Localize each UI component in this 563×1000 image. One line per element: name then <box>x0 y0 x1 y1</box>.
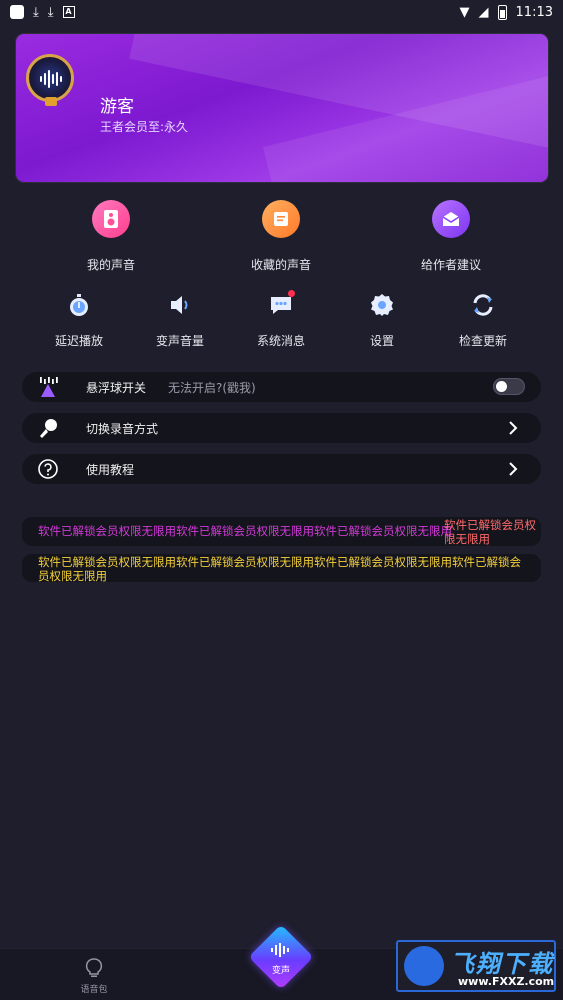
delay-playback-button[interactable]: 延迟播放 <box>34 290 124 349</box>
crown-badge-icon <box>45 97 57 106</box>
float-ball-help-link[interactable]: 无法开启?(戳我) <box>168 379 256 396</box>
tutorial-row[interactable]: 使用教程 <box>22 454 541 484</box>
watermark-logo-icon <box>404 946 444 986</box>
volume-icon <box>165 290 195 320</box>
watermark-url: www.FXXZ.com <box>458 975 555 988</box>
feedback-button[interactable]: 给作者建议 <box>391 200 511 273</box>
profile-card[interactable]: 游客 王者会员至:永久 <box>16 34 548 182</box>
font-app-icon: A <box>62 6 75 18</box>
note-icon <box>262 200 300 238</box>
battery-icon <box>497 4 507 20</box>
download-icon: ⤓ <box>47 4 54 20</box>
favorite-voices-button[interactable]: 收藏的声音 <box>221 200 341 273</box>
float-ball-label: 悬浮球开关 <box>86 380 147 395</box>
download-icon: ⤓ <box>33 4 39 20</box>
user-name: 游客 <box>100 97 134 117</box>
my-voice-label: 我的声音 <box>86 258 135 272</box>
speaker-icon <box>92 200 130 238</box>
tutorial-label: 使用教程 <box>86 462 135 477</box>
record-mode-row[interactable]: 切换录音方式 <box>22 413 541 443</box>
check-update-button[interactable]: 检查更新 <box>438 290 528 349</box>
sound-wave-icon <box>271 943 289 957</box>
notice-banner: 软件已解锁会员权限无限用软件已解锁会员权限无限用软件已解锁会员权限无限用软件已解… <box>22 554 541 583</box>
watermark: 飞翔下载 www.FXXZ.com <box>396 940 556 992</box>
marquee-tail-text: 软件已解锁会员权限无限用 <box>444 518 536 546</box>
status-bar: ⤓ ⤓ A ▼ ◢ 11:13 <box>0 0 563 24</box>
marquee-banner: 软件已解锁会员权限无限用软件已解锁会员权限无限用软件已解锁会员权限无限用 软件已… <box>22 517 541 546</box>
lightbulb-icon <box>85 958 103 977</box>
floating-ball-icon <box>37 376 59 398</box>
settings-button[interactable]: 设置 <box>337 290 427 349</box>
notice-text: 软件已解锁会员权限无限用软件已解锁会员权限无限用软件已解锁会员权限无限用软件已解… <box>38 555 521 583</box>
tool-grid: 延迟播放 变声音量 系统消息 设置 检查更新 <box>0 290 563 350</box>
favorite-voices-label: 收藏的声音 <box>250 258 311 272</box>
chevron-right-icon <box>509 421 518 435</box>
float-ball-toggle[interactable] <box>493 378 525 395</box>
float-ball-row[interactable]: 悬浮球开关 无法开启?(戳我) <box>22 372 541 402</box>
help-icon <box>37 458 59 480</box>
timer-icon <box>64 290 94 320</box>
chevron-right-icon <box>509 462 518 476</box>
my-voice-button[interactable]: 我的声音 <box>51 200 171 273</box>
vip-value: 永久 <box>164 120 189 134</box>
voice-change-label: 变声 <box>271 966 290 976</box>
feedback-label: 给作者建议 <box>420 258 481 272</box>
microphone-icon <box>37 417 59 439</box>
voice-volume-button[interactable]: 变声音量 <box>135 290 225 349</box>
avatar[interactable] <box>26 54 74 106</box>
nav-voice-pack-label: 语音包 <box>80 985 108 995</box>
system-messages-button[interactable]: 系统消息 <box>236 290 326 349</box>
unread-badge <box>288 290 295 297</box>
settings-label: 设置 <box>369 334 394 348</box>
watermark-title: 飞翔下载 <box>450 950 554 978</box>
message-icon <box>266 290 296 320</box>
toggle-knob <box>496 381 507 392</box>
gear-icon <box>367 290 397 320</box>
clock: 11:13 <box>515 4 553 20</box>
voice-volume-label: 变声音量 <box>155 334 204 348</box>
marquee-text: 软件已解锁会员权限无限用软件已解锁会员权限无限用软件已解锁会员权限无限用 <box>38 524 452 538</box>
signal-icon: ◢ <box>478 4 489 20</box>
refresh-icon <box>468 290 498 320</box>
mail-icon <box>432 200 470 238</box>
nav-voice-pack[interactable]: 语音包 <box>64 957 124 995</box>
vip-label: 王者会员至: <box>100 120 165 134</box>
app-notification-icon <box>10 5 24 19</box>
vip-status: 王者会员至:永久 <box>100 118 188 135</box>
system-messages-label: 系统消息 <box>256 334 305 348</box>
main-features: 我的声音 收藏的声音 给作者建议 <box>0 200 563 280</box>
sound-wave-icon <box>40 70 62 88</box>
delay-playback-label: 延迟播放 <box>54 334 103 348</box>
wifi-icon: ▼ <box>459 4 470 20</box>
check-update-label: 检查更新 <box>458 334 507 348</box>
voice-change-fab-content: 变声 <box>262 942 300 976</box>
record-mode-label: 切换录音方式 <box>86 421 159 436</box>
